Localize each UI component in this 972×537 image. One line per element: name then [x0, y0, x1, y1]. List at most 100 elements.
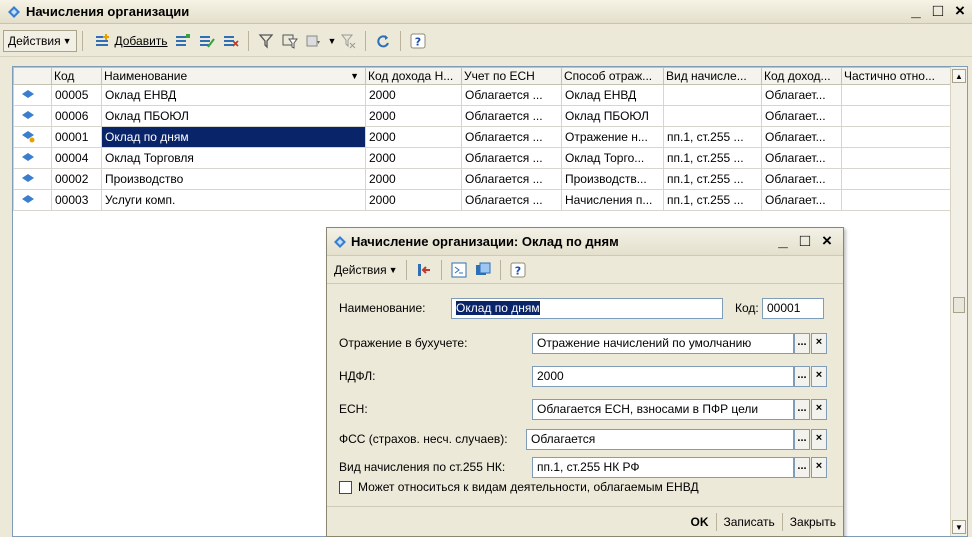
minimize-icon[interactable]: _ [908, 2, 924, 20]
refresh-icon[interactable] [374, 32, 392, 50]
row-icon [13, 168, 52, 190]
save-button[interactable]: Записать [717, 511, 782, 533]
cell-partial [841, 126, 952, 148]
cell-code2: Облагает... [761, 147, 842, 169]
catalog-icon [6, 4, 22, 20]
filter-by-value-icon[interactable] [281, 32, 299, 50]
close-icon[interactable]: × [819, 232, 835, 250]
scrollbar-thumb[interactable] [953, 297, 965, 313]
cell-name: Производство [101, 168, 366, 190]
clear-icon[interactable]: × [811, 399, 827, 420]
fss-label: ФСС (страхов. несч. случаев): [339, 432, 508, 446]
toolbar-separator [400, 30, 402, 51]
clear-filter-icon[interactable] [339, 32, 357, 50]
save-and-close-icon[interactable] [415, 261, 433, 279]
vertical-scrollbar[interactable]: ▲ ▼ [950, 67, 967, 536]
cell-code: 00006 [51, 105, 102, 127]
maximize-icon[interactable]: □ [930, 2, 946, 20]
scroll-down-icon[interactable]: ▼ [952, 520, 966, 534]
kind-field[interactable]: пп.1, ст.255 НК РФ [532, 457, 794, 478]
add-button[interactable]: Добавить [88, 29, 171, 53]
cell-kind [663, 105, 762, 127]
column-header-code[interactable]: Код [51, 67, 102, 85]
minimize-icon[interactable]: _ [775, 232, 791, 250]
cell-partial [841, 168, 952, 190]
cell-partial [841, 105, 952, 127]
row-icon [13, 105, 52, 127]
clear-icon[interactable]: × [811, 366, 827, 387]
svg-text:?: ? [514, 264, 520, 277]
ndfl-label: НДФЛ: [339, 369, 376, 383]
close-icon[interactable]: × [952, 2, 968, 20]
cell-income: 2000 [365, 105, 462, 127]
svg-text:?: ? [415, 35, 421, 48]
column-header-partial[interactable]: Частично отно... [841, 67, 952, 85]
table-row[interactable]: 00003 Услуги комп. 2000 Облагается ... Н… [13, 189, 952, 211]
filter-icon[interactable] [257, 32, 275, 50]
column-header-name[interactable]: Наименование ▼ [101, 67, 366, 85]
ndfl-field[interactable]: 2000 [532, 366, 794, 387]
clear-icon[interactable]: × [811, 457, 827, 478]
checkbox-box[interactable] [339, 480, 352, 494]
cell-kind: пп.1, ст.255 ... [663, 126, 762, 148]
dialog-title: Начисление организации: Оклад по дням [351, 234, 619, 249]
column-header-income-code[interactable]: Код дохода Н... [365, 67, 462, 85]
toolbar-separator [81, 30, 83, 51]
cell-method: Производств... [561, 168, 664, 190]
select-button[interactable]: ... [794, 333, 810, 354]
select-button[interactable]: ... [794, 366, 810, 387]
select-button[interactable]: ... [794, 429, 810, 450]
column-header-icon [13, 67, 52, 85]
select-button[interactable]: ... [794, 399, 810, 420]
row-icon [13, 84, 52, 106]
envd-checkbox[interactable]: Может относиться к видам деятельности, о… [339, 480, 699, 494]
column-header-esn[interactable]: Учет по ЕСН [461, 67, 562, 85]
chevron-down-icon[interactable]: ▼ [328, 36, 337, 46]
scroll-up-icon[interactable]: ▲ [952, 69, 966, 83]
column-header-income-code-2[interactable]: Код доход... [761, 67, 842, 85]
filter-history-icon[interactable] [305, 32, 323, 50]
table-row[interactable]: 00005 Оклад ЕНВД 2000 Облагается ... Окл… [13, 84, 952, 106]
cell-esn: Облагается ... [461, 105, 562, 127]
cell-income: 2000 [365, 84, 462, 106]
esn-field[interactable]: Облагается ЕСН, взносами в ПФР цели [532, 399, 794, 420]
name-field[interactable]: Оклад по дням [451, 298, 723, 319]
fss-field[interactable]: Облагается [526, 429, 794, 450]
actions-menu-button[interactable]: Действия ▼ [3, 29, 77, 52]
help-icon[interactable]: ? [409, 32, 427, 50]
cell-code: 00005 [51, 84, 102, 106]
table-row[interactable]: 00006 Оклад ПБОЮЛ 2000 Облагается ... Ок… [13, 105, 952, 127]
clear-icon[interactable]: × [811, 333, 827, 354]
select-button[interactable]: ... [794, 457, 810, 478]
ok-button[interactable]: OK [684, 511, 716, 533]
code-label: Код: [735, 301, 759, 315]
table-row[interactable]: 00002 Производство 2000 Облагается ... П… [13, 168, 952, 190]
help-icon[interactable]: ? [509, 261, 527, 279]
delete-row-icon[interactable] [222, 32, 240, 50]
dialog-titlebar: Начисление организации: Оклад по дням _ … [327, 228, 843, 256]
clear-icon[interactable]: × [811, 429, 827, 450]
postings-icon[interactable] [474, 261, 492, 279]
cell-code2: Облагает... [761, 105, 842, 127]
maximize-icon[interactable]: □ [797, 232, 813, 250]
table-row[interactable]: 00004 Оклад Торговля 2000 Облагается ...… [13, 147, 952, 169]
toolbar-separator [499, 259, 501, 280]
cell-esn: Облагается ... [461, 84, 562, 106]
add-copy-icon[interactable] [174, 32, 192, 50]
edit-row-icon[interactable] [198, 32, 216, 50]
main-window-title: Начисления организации [26, 4, 190, 19]
table-row-selected[interactable]: 00001 Оклад по дням 2000 Облагается ... … [13, 126, 952, 148]
close-button[interactable]: Закрыть [783, 511, 843, 533]
structure-icon[interactable] [450, 261, 468, 279]
cell-method: Оклад ЕНВД [561, 84, 664, 106]
name-field-value: Оклад по дням [456, 301, 540, 315]
dialog-form: Наименование: Оклад по дням Код: 00001 О… [327, 284, 843, 504]
column-header-kind[interactable]: Вид начисле... [663, 67, 762, 85]
dialog-actions-menu-button[interactable]: Действия ▼ [331, 258, 401, 282]
cell-income: 2000 [365, 126, 462, 148]
column-header-method[interactable]: Способ отраж... [561, 67, 664, 85]
accounting-field[interactable]: Отражение начислений по умолчанию [532, 333, 794, 354]
toolbar-separator [247, 30, 249, 51]
code-field[interactable]: 00001 [762, 298, 824, 319]
kind-label: Вид начисления по ст.255 НК: [339, 460, 506, 474]
